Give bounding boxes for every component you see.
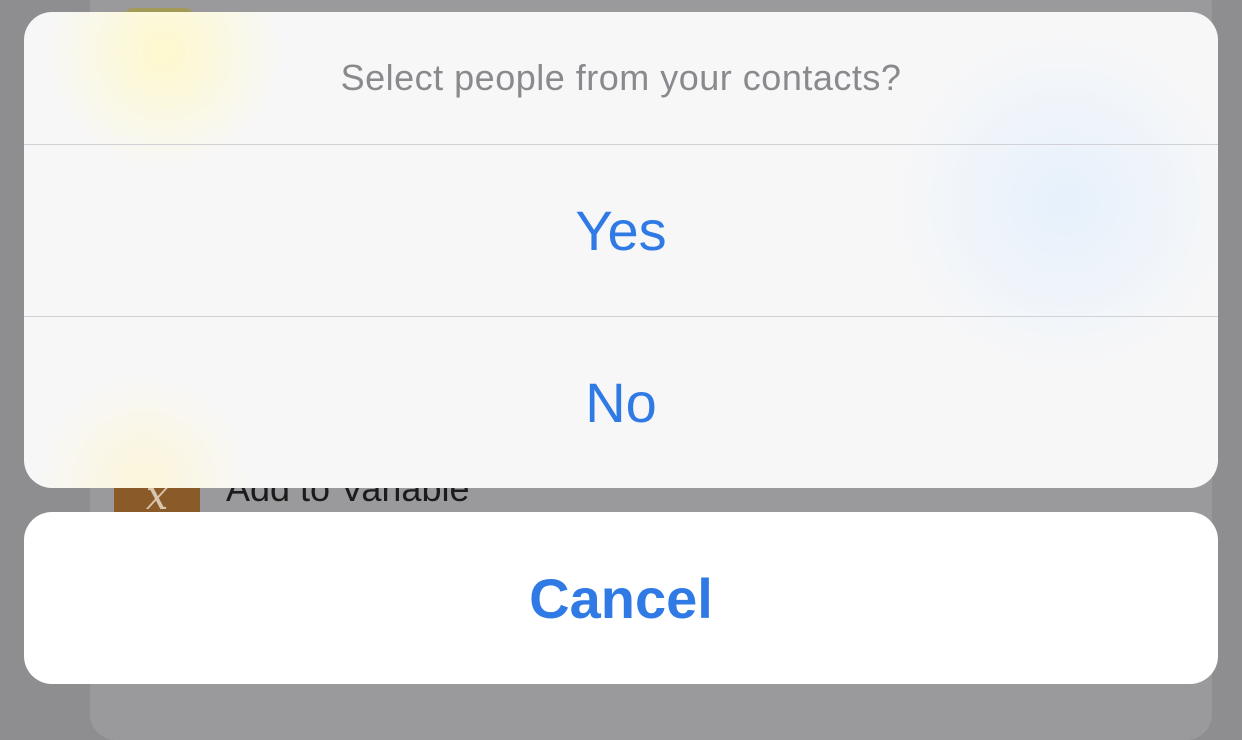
action-sheet: Select people from your contacts? Yes No <box>24 12 1218 488</box>
cancel-button[interactable]: Cancel <box>24 512 1218 684</box>
cancel-label: Cancel <box>529 566 713 630</box>
no-button[interactable]: No <box>24 317 1218 488</box>
yes-button[interactable]: Yes <box>24 145 1218 316</box>
action-sheet-title: Select people from your contacts? <box>340 57 902 98</box>
